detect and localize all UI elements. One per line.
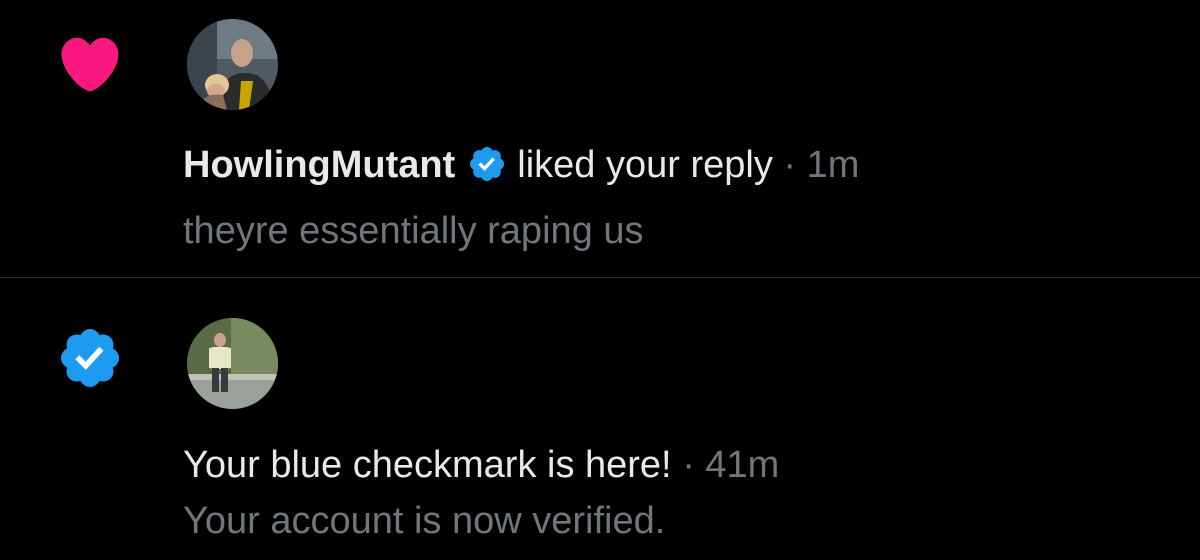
notification-headline: HowlingMutant liked your reply · 1m (183, 142, 859, 188)
avatar[interactable] (187, 19, 278, 110)
notification-verified[interactable]: Your blue checkmark is here! · 41m Your … (0, 278, 1200, 560)
notification-action: Your blue checkmark is here! (183, 444, 672, 486)
notification-content: Your account is now verified. (183, 500, 666, 542)
verified-badge-icon (467, 144, 507, 184)
separator-dot: · (783, 144, 797, 186)
separator-dot: · (682, 444, 695, 486)
notification-action: liked your reply (517, 144, 773, 186)
notification-content: theyre essentially raping us (183, 210, 644, 252)
notification-headline: Your blue checkmark is here! · 41m (183, 442, 779, 488)
verified-badge-icon (56, 324, 124, 392)
timestamp: 1m (806, 144, 860, 186)
user-name[interactable]: HowlingMutant (183, 144, 455, 186)
heart-icon (56, 30, 124, 98)
notification-like[interactable]: HowlingMutant liked your reply · 1m theyr… (0, 0, 1200, 277)
avatar[interactable] (187, 318, 278, 409)
timestamp: 41m (705, 444, 780, 486)
